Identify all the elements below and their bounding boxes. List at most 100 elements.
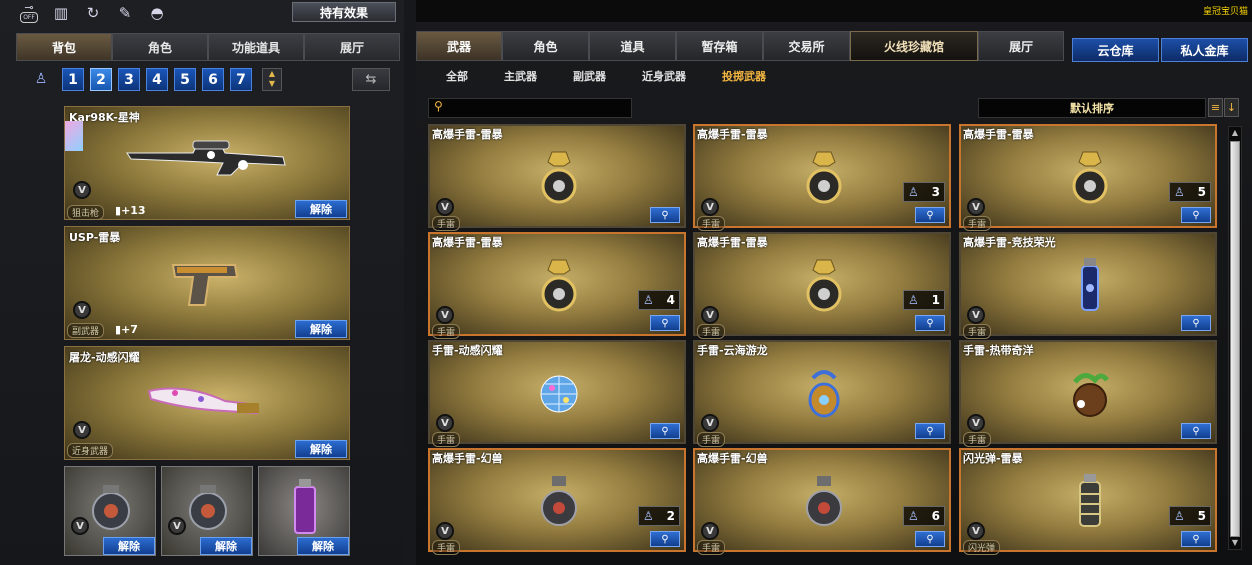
chevron-up-icon[interactable]: ▲: [269, 69, 275, 78]
page-5-button[interactable]: 5: [174, 68, 196, 91]
tab-exchange[interactable]: 交易所: [763, 31, 850, 61]
item-card[interactable]: 手雷-热带奇洋 V 手雷 ⚲: [959, 340, 1217, 447]
scroll-down-icon[interactable]: ▼: [1229, 537, 1241, 549]
subtab-all[interactable]: 全部: [434, 66, 492, 86]
count-value: 1: [931, 293, 940, 307]
tab-functional-items[interactable]: 功能道具: [208, 33, 304, 61]
loadout-card-melee[interactable]: 屠龙-动感闪耀 V 近身武器 解除: [64, 346, 350, 460]
item-card[interactable]: 手雷-云海游龙 V 手雷 ⚲: [693, 340, 951, 447]
item-card[interactable]: 高爆手雷-雷暴 V 手雷 ♙ 4 ⚲: [428, 232, 686, 339]
grenade-image: [189, 485, 227, 530]
inspect-button[interactable]: ⚲: [650, 423, 680, 439]
hold-effect-button[interactable]: 持有效果: [292, 2, 396, 22]
tab-character[interactable]: 角色: [112, 33, 208, 61]
count-badge: ♙ 3: [903, 182, 945, 202]
subtab-throwables[interactable]: 投掷武器: [710, 66, 790, 86]
chevron-down-icon[interactable]: ▼: [269, 79, 275, 88]
backpack-icon: ♙: [34, 71, 48, 87]
inspect-button[interactable]: ⚲: [1181, 531, 1211, 547]
brush-icon[interactable]: ✎: [114, 2, 136, 24]
loadout-pager: ♙ 1 2 3 4 5 6 7 ▲ ▼ ⇆: [30, 68, 390, 92]
scroll-thumb[interactable]: [1230, 141, 1240, 537]
item-card[interactable]: 高爆手雷-幻兽 V 手雷 ♙ 6 ⚲: [693, 448, 951, 555]
inspect-button[interactable]: ⚲: [650, 207, 680, 223]
page-1-button[interactable]: 1: [62, 68, 84, 91]
bag-icon[interactable]: ◓: [146, 2, 168, 24]
tab-characters[interactable]: 角色: [502, 31, 589, 61]
scrollbar[interactable]: ▲ ▼: [1228, 126, 1242, 550]
tab-showroom[interactable]: 展厅: [304, 33, 400, 61]
unequip-button[interactable]: 解除: [103, 537, 155, 555]
unequip-button[interactable]: 解除: [295, 440, 347, 458]
page-spinner[interactable]: ▲ ▼: [262, 68, 282, 91]
category-tag: 手雷: [432, 540, 461, 555]
inspect-button[interactable]: ⚲: [1181, 315, 1211, 331]
refresh-icon[interactable]: ↻: [82, 2, 104, 24]
item-card[interactable]: 高爆手雷-竞技荣光 V 手雷 ⚲: [959, 232, 1217, 339]
inspect-button[interactable]: ⚲: [650, 531, 680, 547]
gift-icon[interactable]: ▥: [50, 2, 72, 24]
inspect-button[interactable]: ⚲: [1181, 207, 1211, 223]
smoke-grenade-image: [294, 479, 316, 534]
page-3-button[interactable]: 3: [118, 68, 140, 91]
magnifier-icon: ⚲: [926, 209, 934, 221]
search-input[interactable]: [428, 98, 632, 118]
inspect-button[interactable]: ⚲: [650, 315, 680, 331]
item-name: 高爆手雷-雷暴: [697, 128, 768, 141]
item-card[interactable]: 高爆手雷-雷暴 V 手雷 ⚲: [428, 124, 686, 231]
subtab-melee[interactable]: 近身武器: [630, 66, 710, 86]
item-card[interactable]: 手雷-动感闪耀 V 手雷 ⚲: [428, 340, 686, 447]
unequip-button[interactable]: 解除: [200, 537, 252, 555]
off-toggle-icon[interactable]: ⊸ OFF: [18, 2, 40, 24]
tab-weapons[interactable]: 武器: [416, 31, 502, 61]
item-card[interactable]: 高爆手雷-幻兽 V 手雷 ♙ 2 ⚲: [428, 448, 686, 555]
tab-collection-hall[interactable]: 火线珍藏馆: [850, 31, 978, 61]
tab-stash[interactable]: 暂存箱: [676, 31, 763, 61]
inspect-button[interactable]: ⚲: [915, 423, 945, 439]
magnifier-icon: ⚲: [1192, 209, 1200, 221]
inspect-button[interactable]: ⚲: [915, 207, 945, 223]
subtab-secondary[interactable]: 副武器: [561, 66, 630, 86]
tab-cloud-storage[interactable]: 云仓库: [1072, 38, 1159, 62]
tab-showroom[interactable]: 展厅: [978, 31, 1064, 61]
magnifier-icon: ⚲: [661, 317, 669, 329]
magnifier-icon: ⚲: [1192, 533, 1200, 545]
throwable-slot-1[interactable]: V 解除: [64, 466, 156, 556]
item-card[interactable]: 高爆手雷-雷暴 V 手雷 ♙ 1 ⚲: [693, 232, 951, 339]
item-card[interactable]: 闪光弹-雷暴 V 闪光弹 ♙ 5 ⚲: [959, 448, 1217, 555]
unequip-button[interactable]: 解除: [297, 537, 349, 555]
unequip-button[interactable]: 解除: [295, 320, 347, 338]
item-image: [534, 256, 584, 314]
item-name: 高爆手雷-雷暴: [432, 236, 503, 249]
tab-private-vault[interactable]: 私人金库: [1161, 38, 1248, 62]
tab-items[interactable]: 道具: [589, 31, 676, 61]
inspect-button[interactable]: ⚲: [915, 531, 945, 547]
unequip-button[interactable]: 解除: [295, 200, 347, 218]
tab-backpack[interactable]: 背包: [16, 33, 112, 61]
scroll-up-icon[interactable]: ▲: [1229, 127, 1241, 139]
page-4-button[interactable]: 4: [146, 68, 168, 91]
page-6-button[interactable]: 6: [202, 68, 224, 91]
item-card[interactable]: 高爆手雷-雷暴 V 手雷 ♙ 3 ⚲: [693, 124, 951, 231]
sort-dropdown[interactable]: 默认排序: [978, 98, 1206, 118]
subtab-primary[interactable]: 主武器: [492, 66, 561, 86]
page-7-button[interactable]: 7: [230, 68, 252, 91]
item-image: [1065, 364, 1115, 422]
sort-order-icon[interactable]: ↓: [1224, 98, 1239, 117]
throwable-slot-2[interactable]: V 解除: [161, 466, 253, 556]
inspect-button[interactable]: ⚲: [915, 315, 945, 331]
top-strip: 皇冠宝贝猫: [416, 0, 1252, 22]
sort-list-icon[interactable]: ≡: [1208, 98, 1223, 117]
magnifier-icon: ⚲: [1192, 425, 1200, 437]
stack-icon: ♙: [643, 509, 654, 523]
v-badge-icon: V: [701, 306, 719, 324]
loadout-card-primary[interactable]: Kar98K-星神 V 狙击枪 ▮+13 解除: [64, 106, 350, 220]
v-badge-icon: V: [436, 306, 454, 324]
transfer-icon[interactable]: ⇆: [352, 68, 390, 91]
loadout-card-secondary[interactable]: USP-雷暴 V 副武器 ▮+7 解除: [64, 226, 350, 340]
inspect-button[interactable]: ⚲: [1181, 423, 1211, 439]
upgrade-value: +13: [121, 204, 146, 217]
page-2-button[interactable]: 2: [90, 68, 112, 91]
item-card[interactable]: 高爆手雷-雷暴 V 手雷 ♙ 5 ⚲: [959, 124, 1217, 231]
throwable-slot-3[interactable]: 解除: [258, 466, 350, 556]
